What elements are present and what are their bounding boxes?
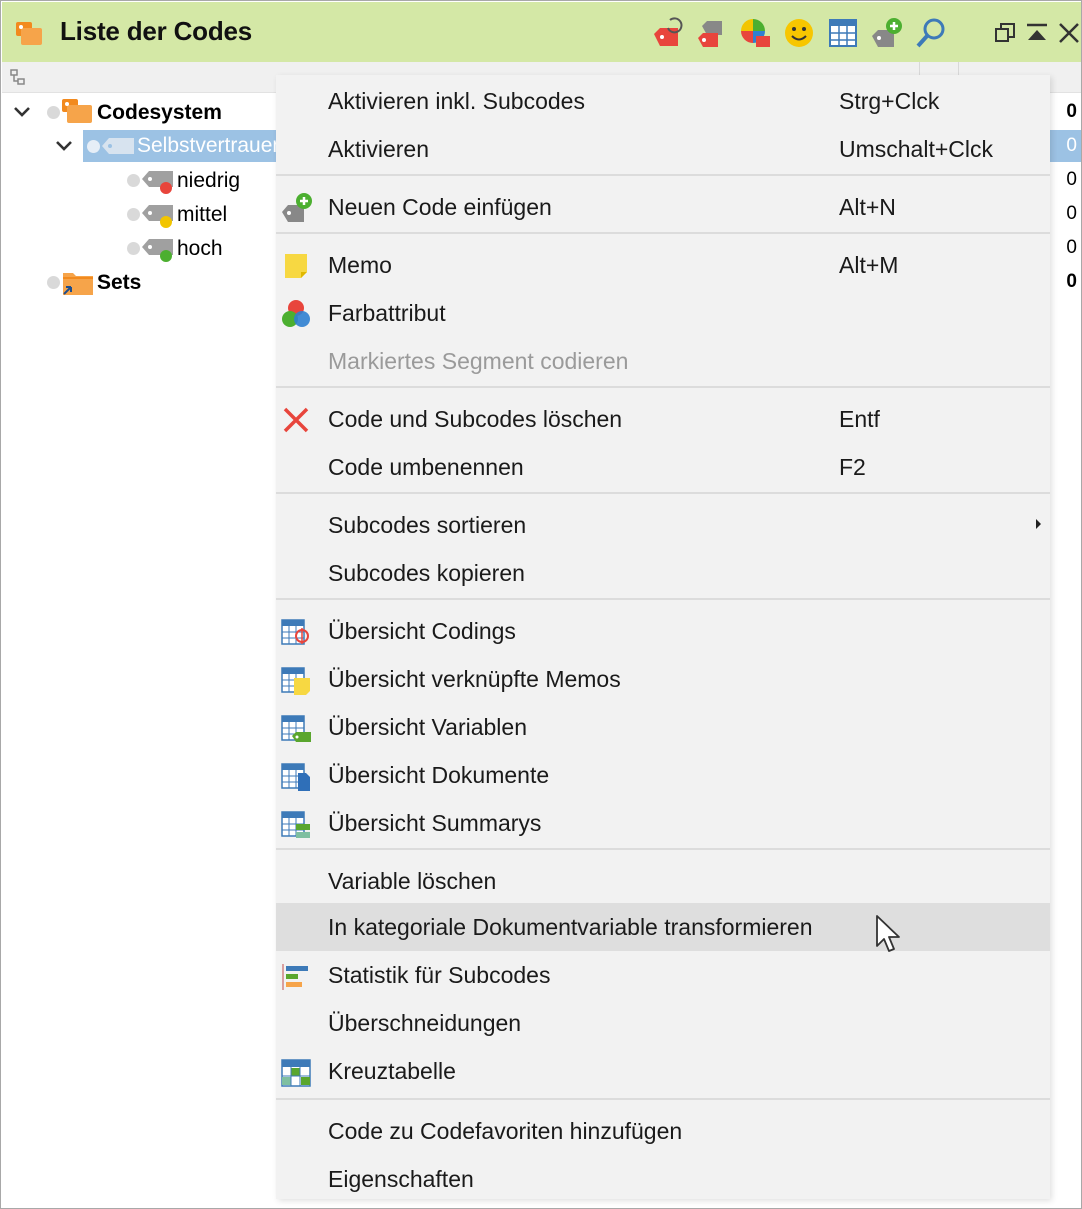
menu-item-copy-subcodes[interactable]: Subcodes kopieren bbox=[276, 549, 1050, 597]
status-dot[interactable] bbox=[47, 106, 60, 119]
status-dot[interactable] bbox=[127, 208, 140, 221]
overview-documents-icon bbox=[281, 763, 310, 791]
code-system-icon bbox=[16, 22, 42, 45]
deactivate-codes-icon[interactable] bbox=[694, 16, 728, 50]
title-bar: Liste der Codes bbox=[2, 2, 1081, 62]
sets-folder-icon bbox=[63, 273, 93, 295]
overview-codings-icon bbox=[281, 619, 309, 645]
tree-item-sets[interactable]: Sets bbox=[97, 267, 141, 299]
count-value: 0 bbox=[1066, 271, 1077, 292]
chevron-down-icon[interactable] bbox=[53, 135, 75, 157]
overview-memos-icon bbox=[281, 667, 310, 695]
statistics-icon bbox=[282, 964, 308, 990]
status-dot[interactable] bbox=[47, 276, 60, 289]
menu-item-properties[interactable]: Eigenschaften bbox=[276, 1155, 1050, 1203]
menu-item-add-to-favorites[interactable]: Code zu Codefavoriten hinzufügen bbox=[276, 1107, 1050, 1155]
window-title: Liste der Codes bbox=[60, 16, 253, 46]
color-attribute-icon bbox=[282, 300, 310, 327]
collapse-icon[interactable] bbox=[1024, 20, 1050, 46]
context-menu: Aktivieren inkl. Subcodes Strg+Clck Akti… bbox=[276, 75, 1050, 1199]
code-tag-green-icon bbox=[142, 239, 173, 262]
count-value: 0 bbox=[1066, 237, 1077, 258]
menu-item-overview-documents[interactable]: Übersicht Dokumente bbox=[276, 751, 1050, 799]
tree-item-mittel[interactable]: mittel bbox=[177, 199, 227, 231]
menu-item-new-code[interactable]: Neuen Code einfügen Alt+N bbox=[276, 183, 1050, 231]
activate-code-icon[interactable] bbox=[650, 16, 684, 50]
delete-icon bbox=[283, 407, 309, 433]
code-system-icon bbox=[62, 99, 92, 123]
menu-item-memo[interactable]: Memo Alt+M bbox=[276, 241, 1050, 289]
menu-item-sort-subcodes[interactable]: Subcodes sortieren bbox=[276, 501, 1050, 549]
menu-item-overview-codings[interactable]: Übersicht Codings bbox=[276, 607, 1050, 655]
close-icon[interactable] bbox=[1056, 20, 1082, 46]
table-icon[interactable] bbox=[826, 16, 860, 50]
menu-item-overview-memos[interactable]: Übersicht verknüpfte Memos bbox=[276, 655, 1050, 703]
menu-item-crosstab[interactable]: Kreuztabelle bbox=[276, 1047, 1050, 1095]
code-tag-icon bbox=[102, 138, 134, 154]
tree-item-niedrig[interactable]: niedrig bbox=[177, 165, 240, 197]
mouse-cursor-icon bbox=[876, 915, 900, 952]
menu-item-activate-with-subcodes[interactable]: Aktivieren inkl. Subcodes Strg+Clck bbox=[276, 77, 1050, 125]
count-value: 0 bbox=[1066, 135, 1077, 156]
submenu-arrow-icon bbox=[1036, 519, 1041, 529]
count-value: 0 bbox=[1066, 169, 1077, 190]
menu-item-overview-summaries[interactable]: Übersicht Summarys bbox=[276, 799, 1050, 847]
code-tag-yellow-icon bbox=[142, 205, 173, 228]
count-value: 0 bbox=[1066, 203, 1077, 224]
menu-item-rename-code[interactable]: Code umbenennen F2 bbox=[276, 443, 1050, 491]
status-dot[interactable] bbox=[127, 242, 140, 255]
new-code-icon[interactable] bbox=[870, 16, 904, 50]
menu-item-delete-code[interactable]: Code und Subcodes löschen Entf bbox=[276, 395, 1050, 443]
menu-item-delete-variable[interactable]: Variable löschen bbox=[276, 857, 1050, 905]
menu-item-code-segment: Markiertes Segment codieren bbox=[328, 348, 629, 374]
menu-item-overview-variables[interactable]: Übersicht Variablen bbox=[276, 703, 1050, 751]
undock-icon[interactable] bbox=[992, 20, 1018, 46]
count-value: 0 bbox=[1066, 101, 1077, 122]
smiley-icon[interactable] bbox=[782, 16, 816, 50]
overview-variables-icon bbox=[281, 715, 311, 742]
color-pie-icon[interactable] bbox=[738, 16, 772, 50]
search-icon[interactable] bbox=[914, 16, 948, 50]
menu-item-color-attribute[interactable]: Farbattribut bbox=[276, 289, 1050, 337]
menu-item-activate[interactable]: Aktivieren Umschalt+Clck bbox=[276, 125, 1050, 173]
tree-view-icon[interactable] bbox=[8, 67, 28, 87]
code-list-window: Liste der Codes Codesystem Selbstvertrau… bbox=[0, 0, 1082, 1209]
code-tag-red-icon bbox=[142, 171, 173, 194]
tree-item-hoch[interactable]: hoch bbox=[177, 233, 223, 265]
chevron-down-icon[interactable] bbox=[11, 101, 33, 123]
overview-summaries-icon bbox=[281, 811, 310, 838]
memo-icon bbox=[285, 254, 307, 278]
crosstab-icon bbox=[281, 1059, 311, 1087]
menu-item-transform-to-document-variable[interactable]: In kategoriale Dokumentvariable transfor… bbox=[276, 903, 1050, 951]
tree-item-selbstvertrauen[interactable]: Selbstvertrauen bbox=[137, 130, 279, 162]
new-code-icon bbox=[282, 193, 312, 222]
status-dot[interactable] bbox=[87, 140, 100, 153]
menu-item-intersections[interactable]: Überschneidungen bbox=[276, 999, 1050, 1047]
menu-item-subcode-statistics[interactable]: Statistik für Subcodes bbox=[276, 951, 1050, 999]
status-dot[interactable] bbox=[127, 174, 140, 187]
tree-item-codesystem[interactable]: Codesystem bbox=[97, 97, 222, 129]
